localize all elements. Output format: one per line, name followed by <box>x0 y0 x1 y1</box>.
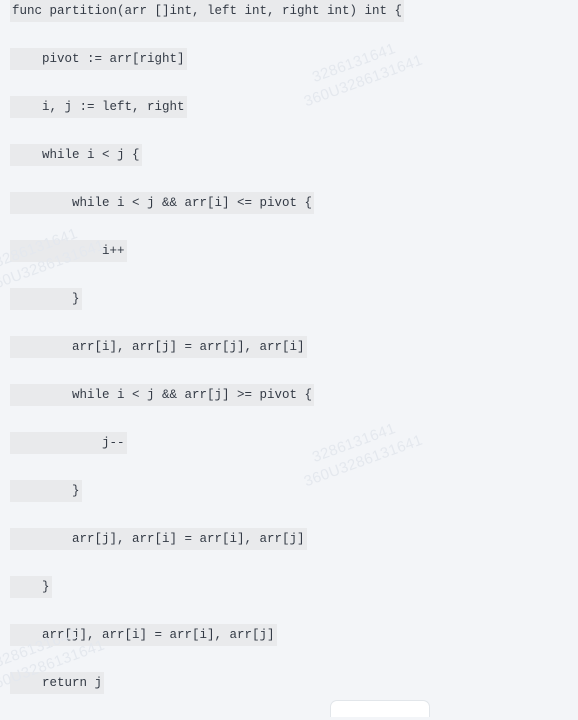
code-line-text: arr[i], arr[j] = arr[j], arr[i] <box>10 336 307 358</box>
code-line-text: func partition(arr []int, left int, righ… <box>10 0 405 22</box>
code-line-text: arr[j], arr[i] = arr[i], arr[j] <box>10 624 277 646</box>
code-line: func partition(arr []int, left int, righ… <box>0 0 578 48</box>
code-line: arr[i], arr[j] = arr[j], arr[i] <box>0 336 578 384</box>
code-line-text: while i < j && arr[i] <= pivot { <box>10 192 315 214</box>
code-line: pivot := arr[right] <box>0 48 578 96</box>
code-line: arr[j], arr[i] = arr[i], arr[j] <box>0 528 578 576</box>
code-line: return j <box>0 672 578 720</box>
code-line: while i < j { <box>0 144 578 192</box>
code-line: while i < j && arr[j] >= pivot { <box>0 384 578 432</box>
code-line-text: } <box>10 288 82 310</box>
code-line-text: } <box>10 576 52 598</box>
code-line-text: } <box>10 480 82 502</box>
code-document: func partition(arr []int, left int, righ… <box>0 0 578 712</box>
code-line-text: j-- <box>10 432 127 454</box>
code-line-text: i, j := left, right <box>10 96 187 118</box>
code-line-text: while i < j { <box>10 144 142 166</box>
code-line-text: return j <box>10 672 105 694</box>
code-line: } <box>0 480 578 528</box>
code-line: i++ <box>0 240 578 288</box>
code-line: arr[j], arr[i] = arr[i], arr[j] <box>0 624 578 672</box>
code-line: } <box>0 288 578 336</box>
code-line-text: arr[j], arr[i] = arr[i], arr[j] <box>10 528 307 550</box>
code-line: while i < j && arr[i] <= pivot { <box>0 192 578 240</box>
bottom-sheet-panel[interactable] <box>330 700 430 717</box>
code-line-text: pivot := arr[right] <box>10 48 187 70</box>
code-line-text: while i < j && arr[j] >= pivot { <box>10 384 315 406</box>
code-line-text: i++ <box>10 240 127 262</box>
code-line: j-- <box>0 432 578 480</box>
code-line: } <box>0 576 578 624</box>
code-line: i, j := left, right <box>0 96 578 144</box>
